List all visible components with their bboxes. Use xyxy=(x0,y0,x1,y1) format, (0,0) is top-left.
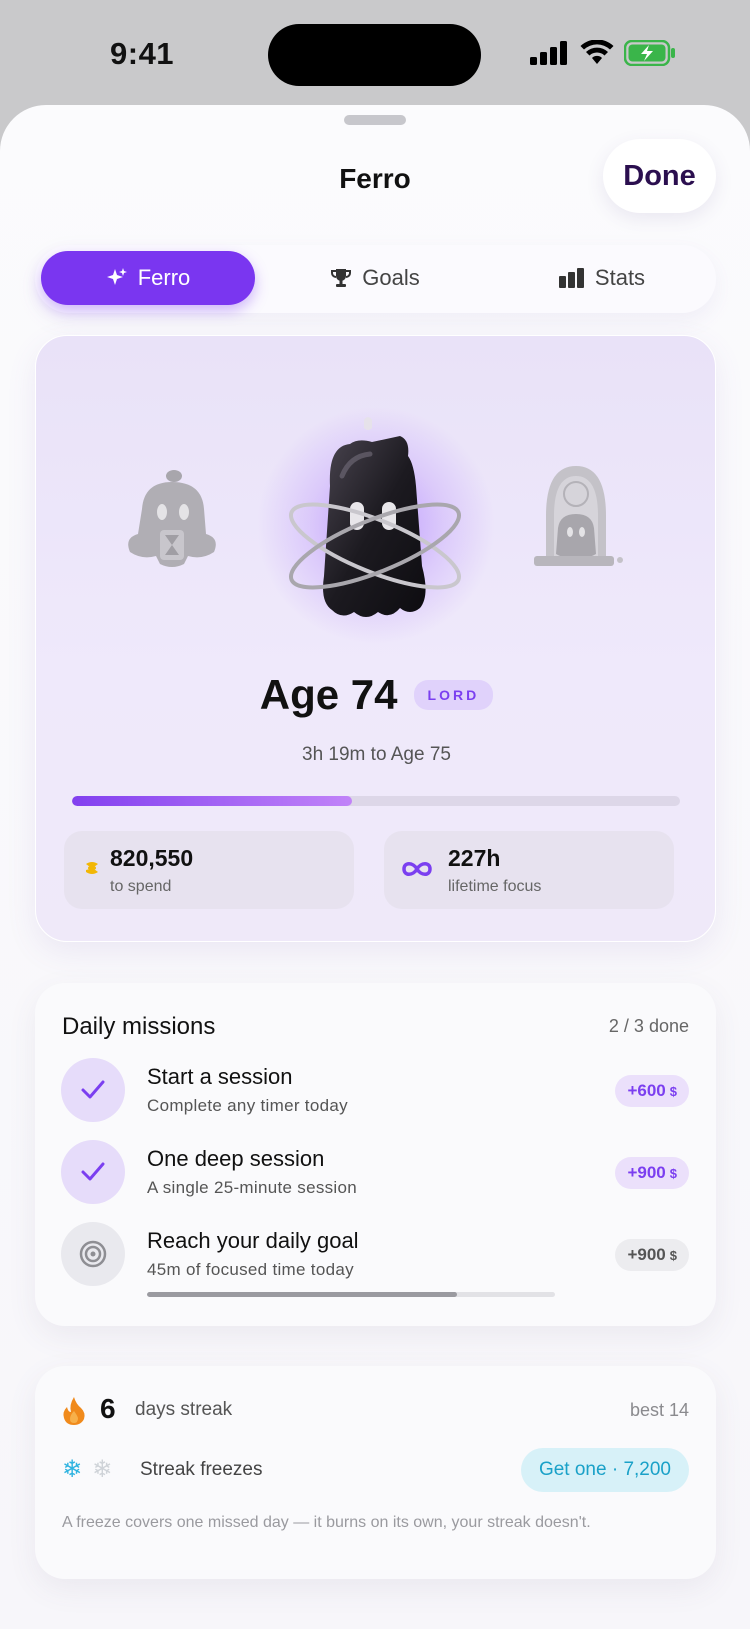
segmented-tabs: Ferro Goals Stats xyxy=(35,245,716,313)
sparkles-icon xyxy=(106,268,127,285)
streak-card: 6 days streak best 14 ❄ ❄ Streak freezes… xyxy=(35,1366,716,1579)
done-button[interactable]: Done xyxy=(603,139,716,213)
mission-target xyxy=(61,1222,125,1286)
streak-best: best 14 xyxy=(629,1400,689,1420)
reward-amount: +900 xyxy=(627,1163,666,1182)
mission-item[interactable]: One deep session A single 25-minute sess… xyxy=(35,1140,716,1220)
tab-label: Stats xyxy=(594,265,646,290)
mission-reward: +900 $ xyxy=(615,1239,689,1271)
coin-icon xyxy=(86,862,98,874)
get-freeze-button[interactable]: Get one · 7,200 xyxy=(520,1448,689,1492)
focus-label: lifetime focus xyxy=(448,878,542,895)
missions-count: 2 / 3 done xyxy=(608,1016,689,1036)
tab-goals[interactable]: Goals xyxy=(268,251,482,305)
trophy-icon xyxy=(331,269,352,287)
freeze-note: A freeze covers one missed day — it burn… xyxy=(62,1514,591,1531)
age-row: Age 74 LORD xyxy=(36,671,715,719)
mission-item[interactable]: Reach your daily goal 45m of focused tim… xyxy=(35,1222,716,1302)
infinity-icon xyxy=(402,862,432,876)
checkmark-icon xyxy=(81,1080,105,1099)
tab-label: Ferro xyxy=(137,265,191,290)
target-icon xyxy=(79,1240,107,1268)
age-label: Age 74 xyxy=(259,671,398,718)
snowflake-icon: ❄ xyxy=(62,1456,83,1483)
ferro-hero-card: Age 74 LORD 3h 19m to Age 75 820,550 to … xyxy=(35,335,716,942)
daily-missions-card: Daily missions 2 / 3 done Start a sessio… xyxy=(35,983,716,1326)
streak-days: 6 xyxy=(100,1393,116,1424)
next-form-creature[interactable] xyxy=(526,456,626,576)
mission-check xyxy=(61,1058,125,1122)
mission-progress-bar xyxy=(147,1292,555,1297)
cellular-signal-icon xyxy=(530,41,567,65)
current-form-creature[interactable] xyxy=(280,416,470,631)
next-age-countdown: 3h 19m to Age 75 xyxy=(302,744,451,765)
mission-check xyxy=(61,1140,125,1204)
mission-desc: 45m of focused time today xyxy=(147,1260,354,1279)
snowflake-empty-icon: ❄ xyxy=(92,1456,113,1483)
age-progress-bar xyxy=(72,796,680,806)
coins-stat[interactable]: 820,550 to spend xyxy=(64,831,354,909)
flame-icon xyxy=(63,1397,85,1425)
mission-name: Start a session xyxy=(147,1064,293,1089)
battery-charging-icon xyxy=(624,40,675,66)
age-progress-fill xyxy=(72,796,352,806)
reward-amount: +600 xyxy=(627,1081,666,1100)
wifi-icon xyxy=(580,40,614,64)
status-bar: 9:41 xyxy=(0,0,750,105)
mission-desc: A single 25-minute session xyxy=(147,1178,358,1197)
freeze-label: Streak freezes xyxy=(140,1459,263,1480)
focus-stat[interactable]: 227h lifetime focus xyxy=(384,831,674,909)
mission-progress-fill xyxy=(147,1292,458,1297)
mission-name: One deep session xyxy=(147,1146,325,1171)
mission-name: Reach your daily goal xyxy=(147,1228,359,1253)
mission-reward: +900 $ xyxy=(615,1157,689,1189)
freeze-icons: ❄ ❄ xyxy=(62,1458,112,1482)
tab-ferro[interactable]: Ferro xyxy=(41,251,255,305)
missions-title: Daily missions xyxy=(62,1013,216,1040)
coins-value: 820,550 xyxy=(110,845,194,871)
status-time: 9:41 xyxy=(110,36,175,71)
bar-chart-icon xyxy=(558,268,584,288)
mission-reward: +600 $ xyxy=(615,1075,689,1107)
previous-form-creature[interactable] xyxy=(122,464,222,574)
streak-label: days streak xyxy=(135,1399,233,1420)
ferro-sheet: Ferro Done Ferro Goals Stats Age 74 LORD… xyxy=(0,105,750,1629)
mission-item[interactable]: Start a session Complete any timer today… xyxy=(35,1058,716,1138)
focus-value: 227h xyxy=(448,845,501,871)
status-icons xyxy=(530,38,676,68)
mission-desc: Complete any timer today xyxy=(147,1096,348,1115)
coin-icon: $ xyxy=(669,1165,677,1181)
reward-amount: +900 xyxy=(627,1245,666,1264)
dynamic-island xyxy=(268,24,481,86)
sheet-grabber[interactable] xyxy=(344,115,406,125)
coin-icon: $ xyxy=(669,1083,677,1099)
tab-stats[interactable]: Stats xyxy=(495,251,709,305)
coin-icon: $ xyxy=(669,1247,677,1263)
rank-badge: LORD xyxy=(413,680,494,710)
checkmark-icon xyxy=(81,1162,105,1181)
tab-label: Goals xyxy=(362,265,420,290)
coins-label: to spend xyxy=(110,878,172,895)
